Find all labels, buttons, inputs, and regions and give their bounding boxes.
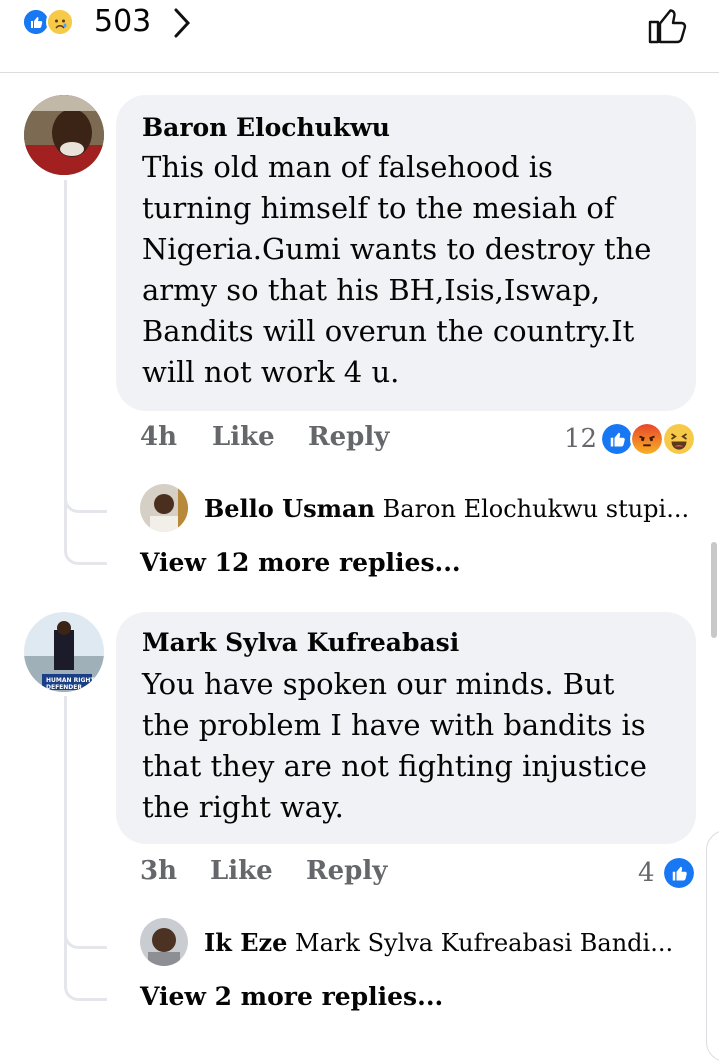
- comment-line: You have spoken our minds. But: [142, 667, 615, 701]
- reply-avatar[interactable]: [140, 484, 188, 532]
- comment-line: army so that his BH,Isis,Iswap,: [142, 273, 601, 307]
- comment-line: will not work 4 u.: [142, 355, 400, 389]
- comment-line: Nigeria.Gumi wants to destroy the: [142, 232, 652, 266]
- comment-line: Bandits will overun the country.It: [142, 314, 635, 348]
- comment-line: This old man of falsehood is: [142, 150, 553, 184]
- reply-author[interactable]: Ik Eze: [204, 928, 287, 957]
- reply-button[interactable]: Reply: [306, 856, 387, 886]
- comment-bubble[interactable]: Mark Sylva Kufreabasi You have spoken ou…: [116, 612, 696, 844]
- reply-preview[interactable]: Ik Eze Mark Sylva Kufreabasi Bandi...: [204, 928, 673, 957]
- reactions-header: 503: [0, 0, 719, 73]
- avatar[interactable]: [24, 95, 104, 175]
- comment-reaction-count[interactable]: 4: [638, 858, 655, 888]
- reply-avatar[interactable]: [140, 918, 188, 966]
- comment-author[interactable]: Baron Elochukwu: [142, 113, 390, 142]
- comment-time: 4h: [140, 422, 177, 452]
- thread-curve: [64, 936, 107, 1001]
- avatar-photo: [24, 95, 104, 175]
- comment-line: the problem I have with bandits is: [142, 708, 646, 742]
- comment-bubble[interactable]: Baron Elochukwu This old man of falsehoo…: [116, 95, 696, 411]
- avatar-photo: [140, 484, 188, 532]
- like-outline-icon[interactable]: [646, 4, 688, 46]
- haha-icon: [662, 422, 696, 456]
- avatar-caption: HUMAN RIGHTS: [46, 677, 99, 684]
- reply-snippet: Baron Elochukwu stupi...: [382, 495, 690, 523]
- like-button[interactable]: Like: [212, 422, 275, 452]
- reply-snippet: Mark Sylva Kufreabasi Bandi...: [295, 929, 674, 957]
- comment-line: that they are not fighting injustice: [142, 749, 647, 783]
- comment-line: turning himself to the mesiah of: [142, 191, 615, 225]
- comment-reaction-count[interactable]: 12: [564, 424, 597, 454]
- chevron-right-icon[interactable]: [168, 6, 196, 40]
- avatar-caption: DEFENDER: [46, 684, 82, 691]
- avatar[interactable]: HUMAN RIGHTS DEFENDER: [24, 612, 104, 692]
- reaction-summary[interactable]: [22, 8, 86, 40]
- scrollbar[interactable]: [711, 542, 717, 638]
- angry-icon: [630, 422, 664, 456]
- reply-button[interactable]: Reply: [308, 422, 389, 452]
- thread-line: [64, 696, 67, 936]
- like-icon: [600, 422, 634, 456]
- avatar-photo: HUMAN RIGHTS DEFENDER: [24, 612, 104, 692]
- like-button[interactable]: Like: [210, 856, 273, 886]
- reaction-total[interactable]: 503: [94, 4, 151, 39]
- reply-author[interactable]: Bello Usman: [204, 494, 375, 523]
- comment-author[interactable]: Mark Sylva Kufreabasi: [142, 628, 459, 657]
- thread-line: [64, 180, 67, 500]
- thread-curve: [64, 500, 107, 565]
- avatar-photo: [140, 918, 188, 966]
- reply-preview[interactable]: Bello Usman Baron Elochukwu stupi...: [204, 494, 689, 523]
- like-icon: [662, 856, 696, 890]
- sad-icon: [46, 8, 74, 36]
- comment-text: You have spoken our minds. But the probl…: [142, 664, 702, 828]
- comment-text: This old man of falsehood is turning him…: [142, 147, 702, 393]
- comment-line: the right way.: [142, 790, 344, 824]
- view-more-replies[interactable]: View 2 more replies...: [140, 982, 443, 1011]
- view-more-replies[interactable]: View 12 more replies...: [140, 548, 461, 577]
- edge-panel: [706, 830, 719, 1062]
- comment-time: 3h: [140, 856, 177, 886]
